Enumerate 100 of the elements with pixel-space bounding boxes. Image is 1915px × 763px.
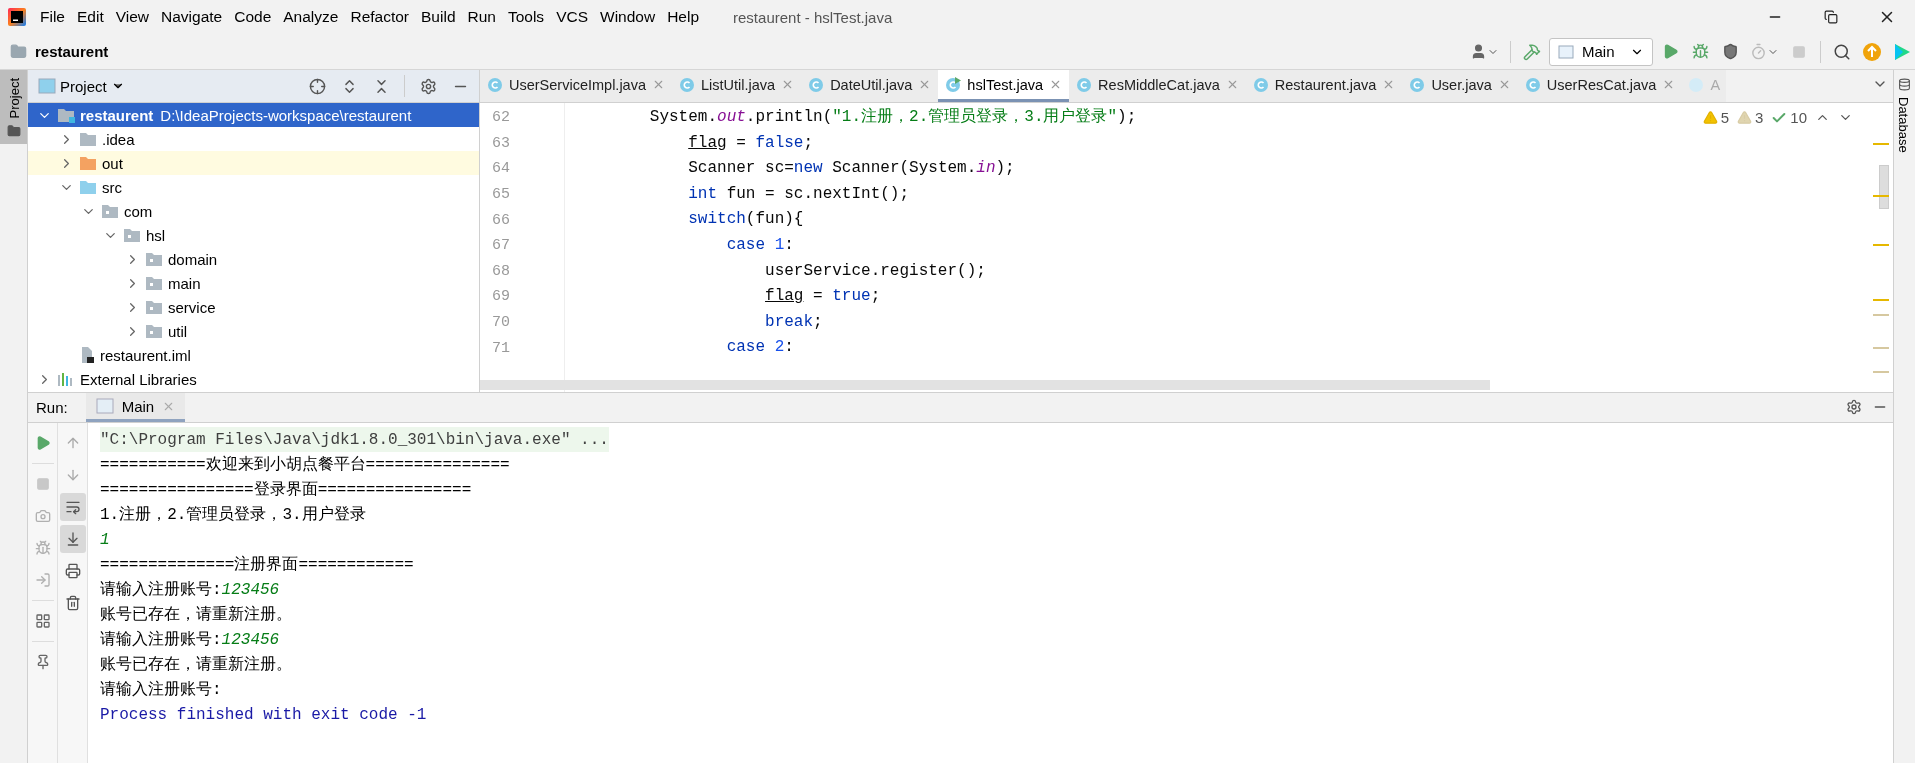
editor-tab[interactable]: ResMiddleCat.java [1069, 70, 1246, 102]
menu-item[interactable]: Navigate [155, 8, 229, 26]
user-icon[interactable] [1470, 43, 1487, 60]
tree-label: domain [168, 250, 218, 268]
editor-tab[interactable]: DateUtil.java [801, 70, 939, 102]
tree-item[interactable]: service [28, 295, 479, 319]
folder-icon [6, 124, 21, 139]
breadcrumb[interactable]: restaurent [35, 43, 109, 60]
tree-item[interactable]: restaurent D:\IdeaProjects-workspace\restaurent [28, 103, 479, 127]
menu-item[interactable]: Tools [501, 8, 551, 26]
menu-item[interactable]: Analyze [277, 8, 345, 26]
warning-icon [1702, 110, 1718, 125]
menu-item[interactable]: Build [415, 8, 462, 26]
folder-icon [79, 179, 97, 195]
window-icon [95, 398, 114, 414]
menu-item[interactable]: File [34, 8, 71, 26]
error-stripe-mark [1873, 299, 1889, 301]
console-line: 请输入注册账号:123456 [100, 579, 280, 601]
project-view-dropdown[interactable]: Project [38, 77, 125, 95]
horizontal-scrollbar[interactable] [480, 380, 1490, 390]
line-number: 67 [491, 236, 511, 257]
menu-item[interactable]: Window [594, 8, 662, 26]
crosshair-icon[interactable] [308, 77, 326, 95]
code-line: case 1: [725, 234, 794, 256]
tree-item[interactable]: com [28, 199, 479, 223]
folder-icon [57, 107, 75, 123]
menu-item[interactable]: Help [661, 8, 706, 26]
folder-icon [123, 227, 141, 243]
folder-icon [145, 275, 163, 291]
tree-item[interactable]: src [28, 175, 479, 199]
folder-icon [10, 43, 27, 60]
hammer-icon[interactable] [1523, 42, 1541, 61]
class-icon [1524, 76, 1541, 93]
tree-item[interactable]: External Libraries [28, 367, 479, 391]
tree-path: D:\IdeaProjects-workspace\restaurent [160, 106, 412, 124]
debug-icon[interactable] [1691, 43, 1709, 60]
tree-label: src [102, 178, 122, 196]
search-icon[interactable] [1833, 42, 1851, 61]
code-line: flag = true; [764, 286, 881, 308]
tree-item[interactable]: restaurent.iml [28, 343, 479, 367]
menu-item[interactable]: VCS [550, 8, 594, 26]
tree-label: hsl [146, 226, 166, 244]
class-icon [1409, 76, 1426, 93]
menu-item[interactable]: Refactor [344, 8, 416, 26]
layout-icon[interactable] [34, 613, 51, 629]
shield-icon[interactable] [1721, 43, 1739, 60]
warning-icon [1736, 110, 1752, 125]
code-line: int fun = sc.nextInt(); [687, 183, 910, 205]
print-icon [64, 563, 81, 579]
window-title: restaurent - hslTest.java [733, 8, 893, 26]
settings-icon[interactable] [419, 77, 437, 95]
tree-label: service [168, 298, 216, 316]
inspection-count[interactable]: 10 [1771, 109, 1807, 126]
code-line: break; [764, 311, 823, 333]
settings-icon[interactable] [1846, 399, 1862, 415]
run-config-dropdown[interactable]: Main [1549, 37, 1653, 66]
class-icon [1076, 76, 1093, 93]
editor-tab[interactable]: ListUtil.java [672, 70, 802, 102]
scrollbar-thumb[interactable] [1879, 165, 1889, 209]
menu-item[interactable]: Code [228, 8, 278, 26]
class-icon [808, 76, 825, 93]
menu-item[interactable]: Edit [71, 8, 110, 26]
line-number: 66 [491, 210, 511, 231]
tool-window-button[interactable]: Project [0, 70, 27, 145]
error-stripe-mark [1873, 195, 1889, 197]
class-icon [487, 76, 503, 93]
tree-item[interactable]: main [28, 271, 479, 295]
toggle-button[interactable] [59, 493, 86, 521]
tree-item[interactable]: .idea [28, 127, 479, 151]
run-tab[interactable]: Main [85, 393, 186, 422]
console-line: ==============注册界面============ [100, 554, 414, 576]
editor-tab[interactable]: UserResCat.java [1517, 70, 1683, 102]
toggle-button[interactable] [59, 525, 86, 553]
tool-window-button[interactable]: Database [1894, 70, 1915, 159]
editor-tab[interactable]: hslTest.java [938, 70, 1070, 102]
menu-item[interactable]: Run [461, 8, 502, 26]
tree-item[interactable]: util [28, 319, 479, 343]
class-icon [1252, 76, 1269, 93]
restore-icon[interactable] [1824, 10, 1838, 24]
inspection-count[interactable]: 3 [1736, 109, 1764, 126]
line-number: 70 [491, 313, 511, 334]
class-icon [945, 76, 962, 93]
code-line: switch(fun){ [687, 209, 804, 231]
editor-tab[interactable]: Restaurent.java [1245, 70, 1403, 102]
tree-item[interactable]: hsl [28, 223, 479, 247]
folder-icon [145, 299, 163, 315]
menu-item[interactable]: View [109, 8, 156, 26]
tree-item[interactable]: domain [28, 247, 479, 271]
tree-item[interactable]: out [28, 151, 479, 175]
line-number: 65 [491, 185, 511, 206]
inspection-count[interactable]: 5 [1702, 109, 1729, 126]
database-icon [1898, 78, 1911, 91]
editor-tab[interactable]: UserServiceImpl.java [480, 70, 672, 102]
folder-icon [101, 203, 119, 219]
console-line: 1.注册，2.管理员登录，3.用户登录 [100, 504, 366, 526]
folder-icon [79, 131, 97, 147]
window-icon [1558, 44, 1574, 59]
editor-tab[interactable]: User.java [1402, 70, 1518, 102]
error-stripe-mark [1873, 347, 1889, 349]
soft-wrap-icon [64, 499, 81, 515]
